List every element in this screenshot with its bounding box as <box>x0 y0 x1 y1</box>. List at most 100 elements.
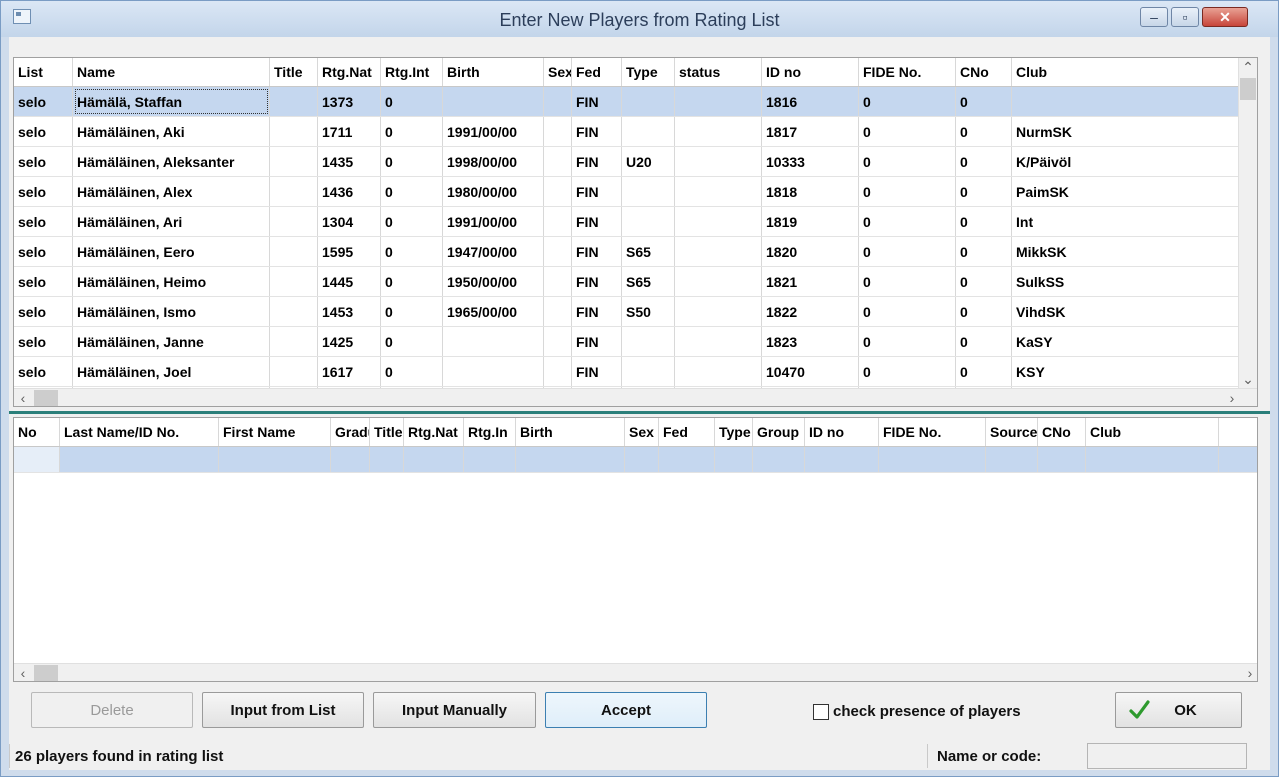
column-header[interactable]: Rtg.Nat <box>318 58 381 86</box>
table-row[interactable]: selo Hämäläinen, Aleksanter 1435 0 1998/00/0… <box>14 147 1241 177</box>
name-or-code-label: Name or code: <box>937 748 1042 765</box>
scroll-thumb[interactable] <box>34 665 58 681</box>
check-presence-label[interactable]: check presence of players <box>833 703 1021 720</box>
column-header[interactable]: Source <box>986 418 1038 446</box>
column-header[interactable]: Rtg.Int <box>381 58 443 86</box>
column-header[interactable]: Fed <box>572 58 622 86</box>
rating-list-grid[interactable]: List Name Title Rtg.Nat Rtg.Int Birth Sex Fed Ty… <box>13 57 1258 407</box>
table-cell: selo <box>14 327 73 356</box>
status-bar: 26 players found in rating list Name or … <box>9 742 1270 770</box>
column-header[interactable]: CNo <box>1038 418 1086 446</box>
entered-players-hscroll[interactable]: ‹ › <box>14 663 1257 681</box>
table-cell <box>370 447 404 472</box>
table-cell: 0 <box>381 267 443 296</box>
scroll-up-icon[interactable]: ⌃ <box>1239 58 1257 76</box>
close-button[interactable]: ✕ <box>1202 7 1248 27</box>
column-header[interactable]: Type <box>715 418 753 446</box>
table-cell <box>270 87 318 116</box>
table-cell: 0 <box>859 177 956 206</box>
table-row[interactable]: selo Hämäläinen, Eero 1595 0 1947/00/00 FIN S6… <box>14 237 1241 267</box>
table-cell <box>544 87 572 116</box>
table-row[interactable]: selo Hämäläinen, Alex 1436 0 1980/00/00 FIN 18… <box>14 177 1241 207</box>
table-row[interactable]: selo Hämäläinen, Aki 1711 0 1991/00/00 FIN 181… <box>14 117 1241 147</box>
title-bar[interactable]: Enter New Players from Rating List – ▫ ✕ <box>1 1 1278 37</box>
check-presence-checkbox[interactable] <box>813 704 829 720</box>
table-cell: 10470 <box>762 357 859 386</box>
column-header[interactable]: CNo <box>956 58 1012 86</box>
table-row[interactable]: selo Hämäläinen, Heimo 1445 0 1950/00/00 FIN S… <box>14 267 1241 297</box>
column-header[interactable]: Birth <box>443 58 544 86</box>
table-cell: FIN <box>572 237 622 266</box>
column-header[interactable]: ID no <box>762 58 859 86</box>
table-row[interactable]: selo Hämälä, Staffan 1373 0 FIN 1816 0 0 <box>14 87 1241 117</box>
table-cell: SulkSS <box>1012 267 1241 296</box>
table-cell <box>270 147 318 176</box>
table-cell: 0 <box>956 147 1012 176</box>
maximize-button[interactable]: ▫ <box>1171 7 1199 27</box>
entered-players-empty-row[interactable] <box>14 447 1257 473</box>
table-row[interactable]: selo Hämäläinen, Ismo 1453 0 1965/00/00 FIN S5… <box>14 297 1241 327</box>
rating-list-vscroll[interactable]: ⌃ ⌄ <box>1238 58 1257 388</box>
table-cell: 0 <box>956 117 1012 146</box>
column-header[interactable]: Gradu <box>331 418 370 446</box>
ok-button[interactable]: OK <box>1115 692 1242 728</box>
column-header[interactable]: List <box>14 58 73 86</box>
table-cell: 1453 <box>318 297 381 326</box>
scroll-left-icon[interactable]: ‹ <box>14 389 32 406</box>
scroll-left-icon[interactable]: ‹ <box>14 664 32 681</box>
table-cell: 1822 <box>762 297 859 326</box>
table-cell: FIN <box>572 357 622 386</box>
column-header[interactable]: Rtg.In <box>464 418 516 446</box>
delete-button[interactable]: Delete <box>31 692 193 728</box>
table-cell <box>270 207 318 236</box>
table-cell <box>544 237 572 266</box>
column-header[interactable]: Last Name/ID No. <box>60 418 219 446</box>
rating-list-hscroll[interactable]: ‹ › <box>14 388 1257 406</box>
column-header[interactable]: Club <box>1012 58 1241 86</box>
name-or-code-input[interactable] <box>1087 743 1247 769</box>
scroll-down-icon[interactable]: ⌄ <box>1239 370 1257 388</box>
column-header[interactable]: Club <box>1086 418 1219 446</box>
scroll-right-icon[interactable]: › <box>1241 664 1257 681</box>
column-header[interactable]: FIDE No. <box>859 58 956 86</box>
column-header[interactable]: Fed <box>659 418 715 446</box>
column-header[interactable]: Rtg.Nat <box>404 418 464 446</box>
table-row[interactable]: selo Hämäläinen, Joel 1617 0 FIN 10470 0 0 KSY <box>14 357 1241 387</box>
input-from-list-button[interactable]: Input from List <box>202 692 364 728</box>
table-cell: K/Päivöl <box>1012 147 1241 176</box>
input-manually-button[interactable]: Input Manually <box>373 692 536 728</box>
column-header[interactable]: FIDE No. <box>879 418 986 446</box>
table-cell: selo <box>14 177 73 206</box>
table-cell: 0 <box>381 87 443 116</box>
accept-button[interactable]: Accept <box>545 692 707 728</box>
column-header[interactable]: Title <box>370 418 404 446</box>
table-cell <box>544 117 572 146</box>
table-cell <box>659 447 715 472</box>
column-header[interactable]: ID no <box>805 418 879 446</box>
pane-divider[interactable] <box>9 411 1270 414</box>
table-cell: 1373 <box>318 87 381 116</box>
table-cell: Hämäläinen, Alex <box>73 177 270 206</box>
table-row[interactable]: selo Hämäläinen, Ari 1304 0 1991/00/00 FIN 181… <box>14 207 1241 237</box>
table-row[interactable]: selo Hämäläinen, Janne 1425 0 FIN 1823 0 0 KaSY <box>14 327 1241 357</box>
table-cell: 0 <box>381 207 443 236</box>
scroll-thumb[interactable] <box>1240 78 1256 100</box>
column-header[interactable]: Title <box>270 58 318 86</box>
table-cell <box>270 177 318 206</box>
column-header[interactable]: Name <box>73 58 270 86</box>
column-header[interactable]: First Name <box>219 418 331 446</box>
column-header[interactable]: Type <box>622 58 675 86</box>
table-cell: 1595 <box>318 237 381 266</box>
column-header[interactable]: Sex <box>544 58 572 86</box>
column-header[interactable]: Group <box>753 418 805 446</box>
table-cell: Int <box>1012 207 1241 236</box>
column-header[interactable]: status <box>675 58 762 86</box>
entered-players-grid[interactable]: NoLast Name/ID No.First NameGraduTitleRt… <box>13 417 1258 682</box>
minimize-button[interactable]: – <box>1140 7 1168 27</box>
column-header[interactable]: Birth <box>516 418 625 446</box>
scroll-right-icon[interactable]: › <box>1223 389 1241 406</box>
scroll-thumb[interactable] <box>34 390 58 406</box>
column-header[interactable]: Sex <box>625 418 659 446</box>
dialog-window: Enter New Players from Rating List – ▫ ✕… <box>0 0 1279 777</box>
column-header[interactable]: No <box>14 418 60 446</box>
